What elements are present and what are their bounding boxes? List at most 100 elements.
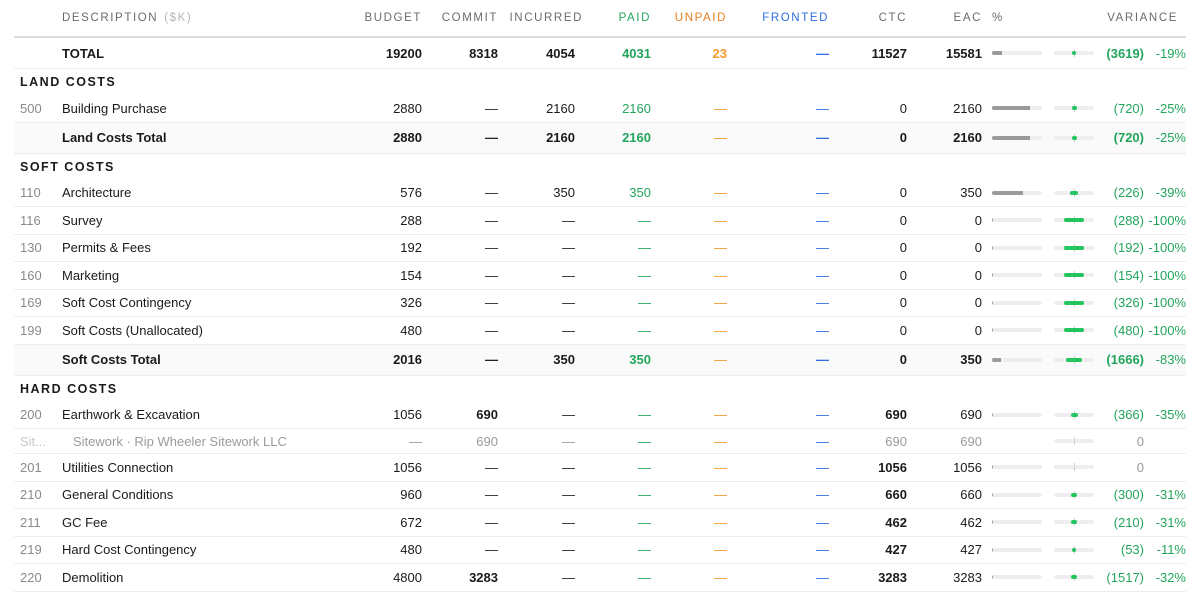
table-row[interactable]: 160 Marketing 154 — — — — — 0 0 (154) -100% xyxy=(14,262,1186,290)
fronted-value: — xyxy=(816,487,829,503)
cost-code: 169 xyxy=(20,295,42,311)
ctc-value: 462 xyxy=(885,514,907,530)
table-row[interactable]: 199 Soft Costs (Unallocated) 480 — — — — — 0 0 (48… xyxy=(14,317,1186,345)
table-row[interactable]: 220 Demolition 4800 3283 — — — — 3283 3283 (1517) -… xyxy=(14,564,1186,592)
variance-bar-fill xyxy=(1064,328,1084,333)
paid-value: — xyxy=(638,322,651,338)
subtotal-row[interactable]: Soft Costs Total 2016 — 350 350 — — 0 350 (1666) -… xyxy=(14,344,1186,376)
incurred-value: 2160 xyxy=(546,100,575,116)
table-row[interactable]: 169 Soft Cost Contingency 326 — — — — — 0 0 (326) -… xyxy=(14,290,1186,317)
col-paid[interactable]: PAID xyxy=(583,0,651,36)
commit-value: — xyxy=(485,100,498,116)
cost-code: Sit... xyxy=(20,433,47,449)
col-percent[interactable]: % xyxy=(992,0,1004,36)
commit-value: — xyxy=(485,185,498,201)
table-row[interactable]: 130 Permits & Fees 192 — — — — — 0 0 (192) -100% xyxy=(14,235,1186,262)
eac-progress-fill xyxy=(992,190,1023,195)
table-row[interactable]: 200 Earthwork & Excavation 1056 690 — — — — 690 6… xyxy=(14,402,1186,429)
table-row[interactable]: 116 Survey 288 — — — — — 0 0 (288) -100% xyxy=(14,207,1186,235)
commit-value: — xyxy=(485,240,498,256)
section-header[interactable]: SOFT COSTS xyxy=(14,154,1186,180)
eac-progress-fill xyxy=(992,218,993,223)
description[interactable]: Land Costs Total xyxy=(62,123,166,153)
description[interactable]: Permits & Fees xyxy=(62,235,151,262)
variance-bar xyxy=(1054,518,1094,527)
table-row[interactable]: 210 General Conditions 960 — — — — — 660 660 (300)… xyxy=(14,482,1186,509)
description[interactable]: Sitework · Rip Wheeler Sitework LLC xyxy=(73,429,287,453)
commit-value: 690 xyxy=(476,433,498,449)
variance-value: (3619) xyxy=(1106,45,1144,61)
vendor-row[interactable]: Sit... Sitework · Rip Wheeler Sitework LL… xyxy=(14,429,1186,454)
col-ctc[interactable]: CTC xyxy=(829,0,907,36)
variance-bar-fill xyxy=(1064,273,1084,278)
description[interactable]: Hard Cost Contingency xyxy=(62,537,196,564)
variance-value: 0 xyxy=(1136,459,1144,475)
eac-progress-bar xyxy=(992,273,1042,278)
budget-value: 288 xyxy=(400,212,422,228)
col-fronted[interactable]: FRONTED xyxy=(727,0,829,36)
description[interactable]: Utilities Connection xyxy=(62,454,173,481)
description[interactable]: Building Purchase xyxy=(62,95,167,122)
eac-progress-fill xyxy=(992,135,1030,140)
table-row[interactable]: 211 GC Fee 672 — — — — — 462 462 (210) -31% xyxy=(14,509,1186,537)
table-row[interactable]: 201 Utilities Connection 1056 — — — — — 1056 1056… xyxy=(14,454,1186,482)
description[interactable]: Demolition xyxy=(62,564,123,591)
eac-progress-fill xyxy=(992,245,993,250)
ctc-value: 0 xyxy=(899,295,907,311)
description[interactable]: Marketing xyxy=(62,262,119,289)
fronted-value: — xyxy=(816,569,829,585)
col-incurred[interactable]: INCURRED xyxy=(498,0,583,36)
description[interactable]: Soft Costs Total xyxy=(62,345,161,375)
eac-progress-bar xyxy=(992,245,1042,250)
description[interactable]: TOTAL xyxy=(62,38,104,68)
eac-progress-fill xyxy=(992,273,993,278)
budget-value: 4800 xyxy=(393,569,422,585)
description[interactable]: General Conditions xyxy=(62,482,173,509)
col-eac[interactable]: EAC xyxy=(907,0,982,36)
table-row[interactable]: 110 Architecture 576 — 350 350 — — 0 350 (226) -39% xyxy=(14,180,1186,207)
description[interactable]: Soft Cost Contingency xyxy=(62,290,191,317)
unpaid-value: — xyxy=(714,185,727,201)
col-description[interactable]: DESCRIPTION ($K) xyxy=(62,0,192,36)
variance-value: (300) xyxy=(1113,487,1144,503)
total-row[interactable]: TOTAL 19200 8318 4054 4031 23 — 11527 15581 (3619… xyxy=(14,38,1186,69)
section-header[interactable]: HARD COSTS xyxy=(14,376,1186,402)
section-header[interactable]: LAND COSTS xyxy=(14,69,1186,95)
eac-progress-fill xyxy=(992,300,993,305)
eac-progress-bar xyxy=(992,218,1042,223)
cost-code: 219 xyxy=(20,542,42,558)
paid-value: — xyxy=(638,569,651,585)
col-commit[interactable]: COMMIT xyxy=(426,0,498,36)
variance-value: (720) xyxy=(1113,100,1144,116)
paid-value: — xyxy=(638,267,651,283)
table-row[interactable]: 500 Building Purchase 2880 — 2160 2160 — — 0 2160… xyxy=(14,95,1186,123)
paid-value: — xyxy=(638,407,651,423)
col-unpaid[interactable]: UNPAID xyxy=(651,0,727,36)
budget-value: 672 xyxy=(400,514,422,530)
paid-value: — xyxy=(638,212,651,228)
incurred-value: — xyxy=(562,569,575,585)
description[interactable]: Earthwork & Excavation xyxy=(62,402,200,429)
variance-bar-fill xyxy=(1064,300,1084,305)
description[interactable]: GC Fee xyxy=(62,509,108,536)
commit-value: — xyxy=(485,212,498,228)
col-variance[interactable]: VARIANCE xyxy=(1054,0,1178,36)
subtotal-row[interactable]: Land Costs Total 2880 — 2160 2160 — — 0 2160 (720… xyxy=(14,122,1186,154)
ctc-value: 0 xyxy=(899,322,907,338)
description[interactable]: Soft Costs (Unallocated) xyxy=(62,317,203,344)
paid-value: — xyxy=(638,487,651,503)
description[interactable]: Survey xyxy=(62,207,102,234)
variance-percent: -100% xyxy=(1148,322,1186,338)
fronted-value: — xyxy=(816,295,829,311)
description[interactable]: Architecture xyxy=(62,180,131,207)
fronted-value: — xyxy=(816,459,829,475)
section-title: HARD COSTS xyxy=(20,381,118,396)
eac-progress-bar xyxy=(992,106,1042,111)
variance-bar-fill xyxy=(1065,357,1083,362)
eac-progress-fill xyxy=(992,520,993,525)
table-row[interactable]: 219 Hard Cost Contingency 480 — — — — — 427 427 (5… xyxy=(14,537,1186,564)
variance-value: (326) xyxy=(1113,295,1144,311)
unpaid-value: — xyxy=(714,514,727,530)
eac-progress-bar xyxy=(992,51,1042,55)
col-budget[interactable]: BUDGET xyxy=(344,0,422,36)
